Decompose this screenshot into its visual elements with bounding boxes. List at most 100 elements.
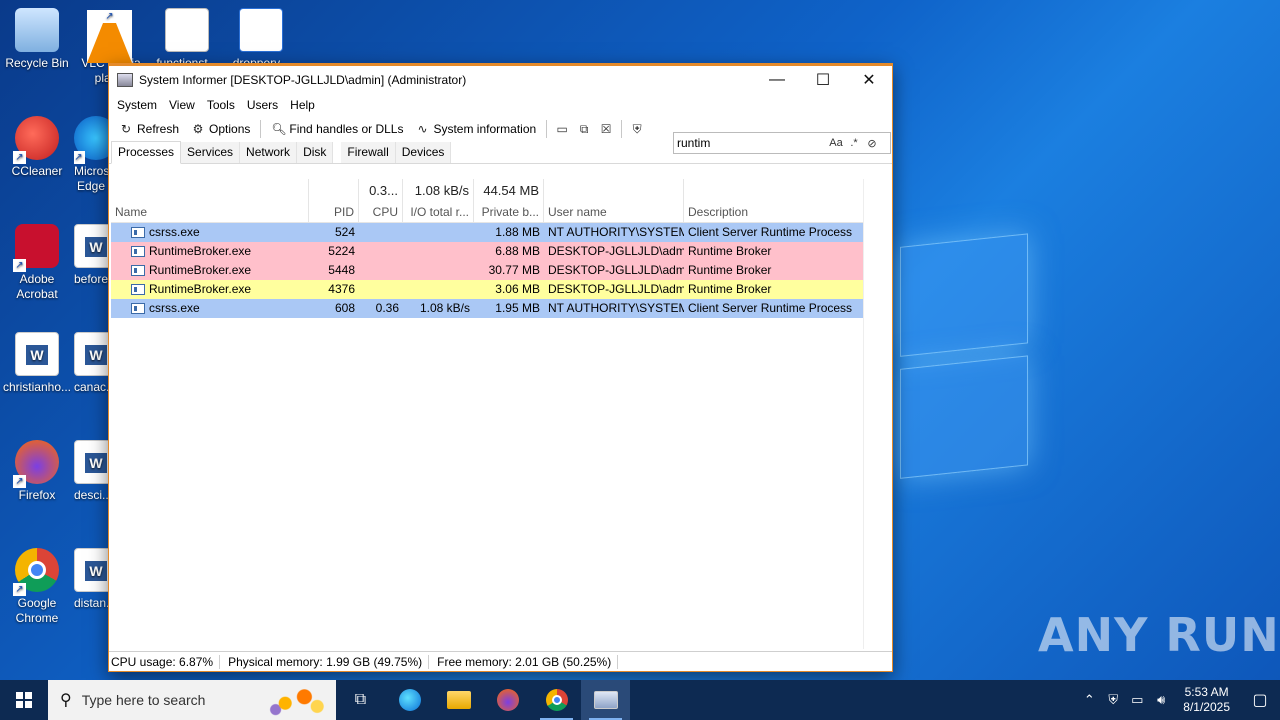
title-bar[interactable]: System Informer [DESKTOP-JGLLJLD\admin] … — [109, 66, 892, 94]
menu-view[interactable]: View — [163, 98, 201, 112]
menu-tools[interactable]: Tools — [201, 98, 241, 112]
volume-icon[interactable]: 🔊︎ — [1149, 692, 1173, 708]
tab-firewall[interactable]: Firewall — [341, 142, 396, 163]
search-icon: ⚲ — [60, 692, 72, 709]
process-tree[interactable]: 0.3... 1.08 kB/s 44.54 MB Name PID CPU I… — [111, 179, 864, 649]
vertical-scrollbar[interactable] — [863, 179, 887, 649]
minimize-button[interactable]: — — [754, 66, 800, 94]
column-header-io[interactable]: I/O total r... — [403, 201, 474, 222]
ccleaner-icon — [13, 116, 59, 164]
process-icon — [131, 265, 145, 276]
toolbar-separator — [260, 120, 262, 138]
wallpaper-pane-bottom — [900, 355, 1028, 479]
taskbar-system-informer[interactable] — [581, 680, 630, 720]
options-button[interactable]: ⚙ Options — [185, 118, 256, 140]
desktop-icon-firefox[interactable]: Firefox — [0, 440, 74, 503]
process-icon — [131, 303, 145, 314]
clock[interactable]: 5:53 AM 8/1/2025 — [1173, 685, 1240, 715]
column-header-cpu[interactable]: CPU — [359, 201, 403, 222]
desktop-icon-distan[interactable]: distan... — [74, 548, 108, 611]
task-view-button[interactable]: ⧉ — [336, 680, 385, 720]
shield-button[interactable]: ⛨ — [626, 118, 648, 140]
taskbar-chrome[interactable] — [532, 680, 581, 720]
regex-icon[interactable]: .* — [845, 137, 863, 149]
system-information-button[interactable]: ∿ System information — [409, 118, 542, 140]
tab-devices[interactable]: Devices — [395, 142, 452, 163]
refresh-button[interactable]: ↻ Refresh — [113, 118, 185, 140]
tab-services[interactable]: Services — [181, 142, 241, 163]
toolbar-separator — [546, 120, 548, 138]
start-button[interactable] — [0, 680, 48, 720]
status-bar: CPU usage: 6.87% Physical memory: 1.99 G… — [109, 651, 892, 671]
close-button[interactable]: ✕ — [846, 66, 892, 94]
menu-users[interactable]: Users — [241, 98, 284, 112]
summary-row: 0.3... 1.08 kB/s 44.54 MB — [111, 179, 864, 201]
wallpaper-pane-top — [900, 233, 1028, 357]
summary-io: 1.08 kB/s — [403, 179, 474, 201]
table-row[interactable]: RuntimeBroker.exe 5448 30.77 MB DESKTOP-… — [111, 261, 863, 280]
close-icon: ✕ — [862, 72, 876, 89]
clock-time: 5:53 AM — [1184, 685, 1229, 699]
process-icon — [131, 227, 145, 238]
chevron-up-icon[interactable]: ⌃ — [1077, 692, 1101, 708]
desktop-icon-desci[interactable]: desci... — [74, 440, 108, 503]
menu-help[interactable]: Help — [284, 98, 321, 112]
find-window-button[interactable]: ⧉ — [573, 118, 595, 140]
notification-button[interactable]: ▢ — [1240, 680, 1280, 720]
window-icon-button[interactable]: ▭ — [551, 118, 573, 140]
desktop-icon-recycle-bin[interactable]: Recycle Bin — [0, 8, 74, 71]
process-search-box[interactable]: Aa .* ⊘ — [673, 132, 891, 154]
match-case-icon[interactable]: Aa — [827, 137, 845, 149]
taskbar-edge[interactable] — [385, 680, 434, 720]
process-icon — [131, 246, 145, 257]
maximize-button[interactable]: ☐ — [800, 66, 846, 94]
search-input[interactable] — [677, 136, 827, 150]
column-header-description[interactable]: Description — [684, 201, 864, 222]
desktop-icon-acrobat[interactable]: Adobe Acrobat — [0, 224, 74, 302]
find-handles-button[interactable]: 🔍︎ Find handles or DLLs — [265, 118, 409, 140]
anyrun-watermark: ANY RUN — [1038, 608, 1280, 662]
tab-disk[interactable]: Disk — [297, 142, 334, 163]
desktop-icon-edge[interactable]: Microsoft Edge — [74, 116, 108, 200]
tab-network[interactable]: Network — [240, 142, 298, 163]
column-header-private-bytes[interactable]: Private b... — [474, 201, 544, 222]
table-row[interactable]: RuntimeBroker.exe 4376 3.06 MB DESKTOP-J… — [111, 280, 863, 299]
tab-processes[interactable]: Processes — [111, 141, 182, 164]
menu-system[interactable]: System — [111, 98, 163, 112]
column-header-pid[interactable]: PID — [309, 201, 359, 222]
status-cpu-usage: CPU usage: 6.87% — [109, 654, 221, 669]
system-informer-app-icon — [117, 73, 133, 87]
table-row[interactable]: RuntimeBroker.exe 5224 6.88 MB DESKTOP-J… — [111, 242, 863, 261]
windows-logo-icon — [16, 692, 32, 708]
clock-date: 8/1/2025 — [1183, 700, 1230, 714]
desktop-icon-ccleaner[interactable]: CCleaner — [0, 116, 74, 179]
desktop-icon-before[interactable]: before... — [74, 224, 108, 287]
toolbar-separator — [621, 120, 623, 138]
security-icon[interactable]: ⛨ — [1101, 692, 1125, 708]
network-icon[interactable]: ▭ — [1125, 692, 1149, 708]
firefox-icon — [13, 440, 59, 488]
vlc-icon — [87, 8, 133, 63]
word-doc-icon — [74, 332, 108, 376]
word-doc-icon — [15, 332, 59, 376]
column-header-name[interactable]: Name — [111, 201, 309, 222]
firefox-icon — [496, 689, 519, 711]
column-headers: Name PID CPU I/O total r... Private b...… — [111, 201, 864, 223]
desktop-icon-christianho[interactable]: christianho... — [0, 332, 74, 395]
column-header-user-name[interactable]: User name — [544, 201, 684, 222]
taskbar-firefox[interactable] — [483, 680, 532, 720]
desktop-icon-chrome[interactable]: Google Chrome — [0, 548, 74, 626]
gear-icon: ⚙ — [192, 122, 204, 136]
word-doc-icon — [74, 548, 108, 592]
table-row[interactable]: csrss.exe 524 1.88 MB NT AUTHORITY\SYSTE… — [111, 223, 863, 242]
folder-icon — [446, 691, 471, 709]
notification-icon: ▢ — [1252, 692, 1268, 709]
kill-window-button[interactable]: ☒ — [595, 118, 617, 140]
table-row[interactable]: csrss.exe 608 0.36 1.08 kB/s 1.95 MB NT … — [111, 299, 863, 318]
clear-search-icon[interactable]: ⊘ — [863, 137, 881, 150]
desktop-icon-canac[interactable]: canac... — [74, 332, 108, 395]
chrome-icon — [545, 689, 568, 711]
search-icon: 🔍︎ — [271, 122, 287, 136]
taskbar-file-explorer[interactable] — [434, 680, 483, 720]
taskbar-search-box[interactable]: ⚲ Type here to search — [48, 680, 336, 720]
